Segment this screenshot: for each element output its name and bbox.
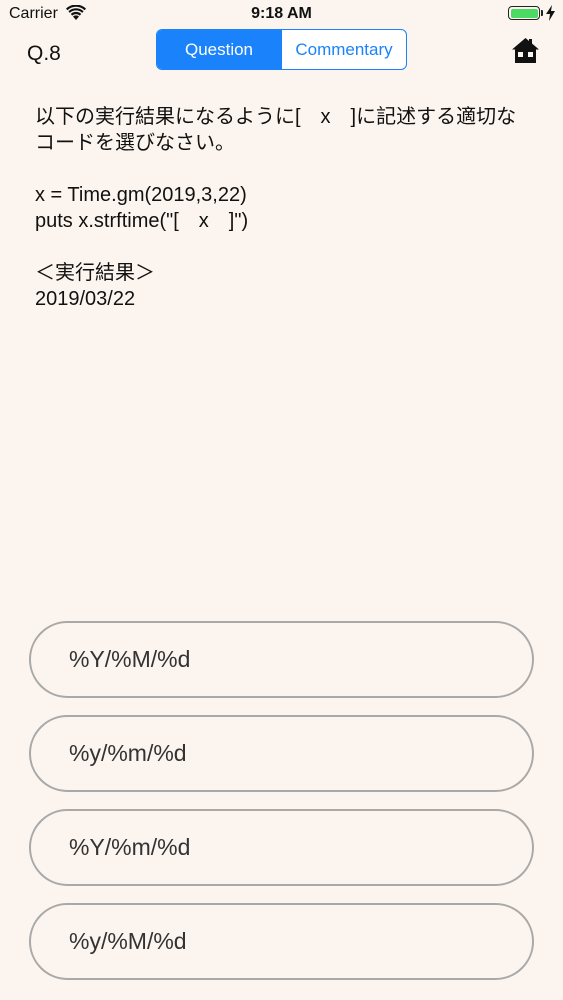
home-icon[interactable] [511,37,540,69]
clock: 9:18 AM [251,5,312,22]
answer-option-1[interactable]: %Y/%M/%d [29,621,534,698]
tab-commentary[interactable]: Commentary [281,30,406,69]
question-text: 以下の実行結果になるように[ x ]に記述する適切なコードを選びなさい。 x =… [35,106,517,310]
answer-option-3[interactable]: %Y/%m/%d [29,809,534,886]
question-number: Q.8 [27,42,61,65]
answer-option-4[interactable]: %y/%M/%d [29,903,534,980]
charging-icon [546,5,555,26]
answer-option-2[interactable]: %y/%m/%d [29,715,534,792]
tab-control: Question Commentary [156,29,407,70]
tab-question[interactable]: Question [157,30,281,69]
status-bar: Carrier 9:18 AM [0,0,563,30]
battery-icon [508,6,544,22]
